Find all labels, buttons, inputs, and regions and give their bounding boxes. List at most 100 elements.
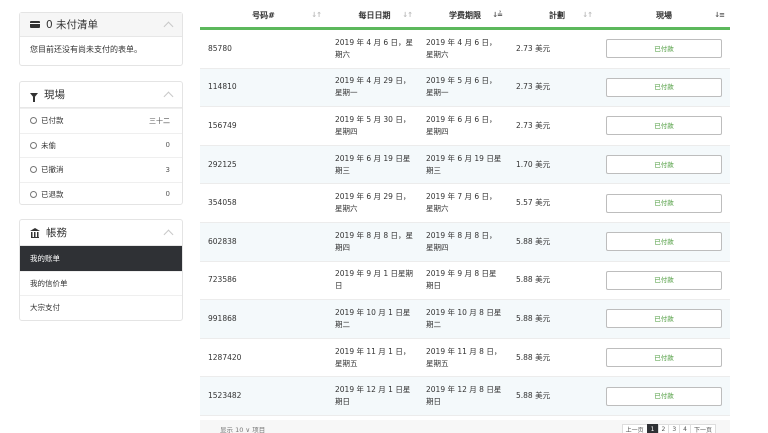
table-row[interactable]: 723586 2019 年 9 月 1 日星期日 2019 年 9 月 8 日星…: [200, 262, 730, 301]
invoice-date: 2019 年 9 月 1 日星期日: [335, 269, 414, 291]
invoice-date: 2019 年 6 月 29 日，星期六: [335, 192, 411, 214]
invoice-number[interactable]: 1287420: [200, 352, 327, 364]
due-date: 2019 年 6 月 6 日，星期四: [426, 114, 497, 136]
pagination-prev[interactable]: 上一页: [621, 424, 648, 433]
table-row[interactable]: 85780 2019 年 4 月 6 日，星期六 2019 年 4 月 6 日，…: [200, 30, 730, 69]
due-date: 2019 年 4 月 6 日，星期六: [426, 37, 497, 59]
status-badge[interactable]: 已付款: [606, 39, 722, 59]
sort-ascending-icon[interactable]: ↓≟: [492, 11, 503, 19]
table-header: 号码# ↓↑ 每日日期 ↓↑ 学费期限 ↓≟ 計劃 ↓↑ 現場 ↓≡: [200, 4, 730, 30]
due-date: 2019 年 6 月 19 日星期三: [426, 153, 502, 175]
invoice-total: 2.73 美元: [516, 120, 551, 130]
status-filter-panel: 現場 已付款 三十二 未偷 0 已撤消 3 已退款 0: [19, 81, 183, 205]
unpaid-panel-header[interactable]: 0 未付清单: [20, 13, 182, 37]
status-count: 0: [165, 190, 170, 199]
invoice-number[interactable]: 114810: [200, 81, 327, 93]
sort-icon[interactable]: ↓↑: [311, 11, 322, 19]
sidebar-item-my-quotes[interactable]: 我的信价单: [20, 270, 182, 296]
filter-icon: [30, 92, 38, 102]
invoice-total: 5.88 美元: [516, 313, 551, 323]
status-badge[interactable]: 已付款: [606, 116, 722, 136]
status-filter-unpaid[interactable]: 未偷 0: [20, 132, 182, 158]
invoice-date: 2019 年 4 月 6 日，星期六: [335, 37, 414, 59]
table-row[interactable]: 1287420 2019 年 11 月 1 日，星期五 2019 年 11 月 …: [200, 339, 730, 378]
invoice-number[interactable]: 85780: [200, 43, 327, 55]
status-badge[interactable]: 已付款: [606, 348, 722, 368]
table-row[interactable]: 602838 2019 年 8 月 8 日，星期四 2019 年 8 月 8 日…: [200, 222, 730, 262]
chevron-up-icon[interactable]: [163, 229, 174, 239]
status-filter-refunded[interactable]: 已退款 0: [20, 181, 182, 207]
due-date: 2019 年 11 月 8 日，星期五: [426, 346, 502, 368]
sidebar-item-my-invoices[interactable]: 我的账单: [20, 246, 182, 271]
status-count: 3: [165, 165, 170, 174]
status-badge[interactable]: 已付款: [606, 270, 722, 290]
sort-icon[interactable]: ↓↑: [402, 11, 413, 19]
invoice-date: 2019 年 10 月 1 日星期二: [335, 307, 411, 329]
invoice-date: 2019 年 6 月 19 日星期三: [335, 153, 411, 175]
column-header-invoice-date[interactable]: 每日日期 ↓↑: [327, 4, 418, 27]
sidebar-item-mass-payment[interactable]: 大宗支付: [20, 295, 182, 320]
invoice-total: 5.88 美元: [516, 352, 551, 362]
sort-icon[interactable]: ↓≡: [714, 11, 725, 19]
status-filter-label: 已撤消: [41, 165, 64, 175]
chevron-up-icon[interactable]: [163, 21, 174, 31]
column-header-invoice-number[interactable]: 号码# ↓↑: [200, 4, 327, 27]
invoice-date: 2019 年 4 月 29 日，星期一: [335, 76, 411, 98]
radio-button[interactable]: [30, 190, 37, 198]
status-panel-title: 現場: [44, 89, 65, 101]
invoice-date: 2019 年 11 月 1 日，星期五: [335, 346, 411, 368]
status-count: 三十二: [149, 116, 170, 125]
bank-icon: [30, 228, 40, 238]
chevron-up-icon[interactable]: [163, 91, 174, 101]
status-filter-paid[interactable]: 已付款 三十二: [20, 108, 182, 133]
credit-card-icon: [30, 21, 40, 28]
status-badge[interactable]: 已付款: [606, 77, 722, 97]
status-filter-label: 未偷: [41, 140, 56, 150]
invoice-table: 号码# ↓↑ 每日日期 ↓↑ 学费期限 ↓≟ 計劃 ↓↑ 現場 ↓≡ 85780 2019…: [200, 4, 730, 416]
status-panel-header[interactable]: 現場: [20, 82, 182, 108]
unpaid-invoices-panel: 0 未付清单 您目前还没有尚未支付的表单。: [19, 12, 183, 66]
billing-panel: 帳務 我的账单 我的信价单 大宗支付: [19, 219, 183, 321]
invoice-total: 5.88 美元: [516, 236, 551, 246]
pagination-next[interactable]: 下一页: [689, 424, 716, 433]
table-row[interactable]: 354058 2019 年 6 月 29 日，星期六 2019 年 7 月 6 …: [200, 184, 730, 223]
status-badge[interactable]: 已付款: [606, 155, 722, 175]
invoice-date: 2019 年 12 月 1 日星期日: [335, 385, 411, 407]
column-header-total[interactable]: 計劃 ↓↑: [508, 4, 598, 27]
invoice-number[interactable]: 292125: [200, 159, 327, 171]
due-date: 2019 年 9 月 8 日星期日: [426, 269, 497, 291]
table-row[interactable]: 156749 2019 年 5 月 30 日，星期四 2019 年 6 月 6 …: [200, 107, 730, 146]
column-header-status[interactable]: 現場 ↓≡: [598, 4, 730, 27]
table-row[interactable]: 1523482 2019 年 12 月 1 日星期日 2019 年 12 月 8…: [200, 377, 730, 416]
due-date: 2019 年 10 月 8 日星期二: [426, 307, 502, 329]
status-badge[interactable]: 已付款: [606, 309, 722, 329]
invoice-number[interactable]: 354058: [200, 197, 327, 209]
status-badge[interactable]: 已付款: [606, 386, 722, 406]
invoice-number[interactable]: 156749: [200, 120, 327, 132]
unpaid-panel-title: 0 未付清单: [46, 19, 99, 31]
invoice-number[interactable]: 723586: [200, 274, 327, 286]
invoice-number[interactable]: 602838: [200, 236, 327, 248]
per-page-select[interactable]: 显示 10 ∨ 项目: [220, 424, 265, 433]
sort-icon[interactable]: ↓↑: [582, 11, 593, 19]
due-date: 2019 年 7 月 6 日，星期六: [426, 192, 497, 214]
radio-button[interactable]: [30, 117, 37, 125]
status-filter-cancelled[interactable]: 已撤消 3: [20, 157, 182, 182]
due-date: 2019 年 8 月 8 日，星期四: [426, 230, 497, 252]
invoice-number[interactable]: 991868: [200, 313, 327, 325]
billing-panel-header[interactable]: 帳務: [20, 220, 182, 246]
status-count: 0: [165, 141, 170, 150]
status-badge[interactable]: 已付款: [606, 193, 722, 213]
invoice-total: 1.70 美元: [516, 159, 551, 169]
table-row[interactable]: 991868 2019 年 10 月 1 日星期二 2019 年 10 月 8 …: [200, 300, 730, 339]
invoice-number[interactable]: 1523482: [200, 390, 327, 402]
radio-button[interactable]: [30, 166, 37, 174]
invoice-total: 5.88 美元: [516, 391, 551, 401]
radio-button[interactable]: [30, 141, 37, 149]
column-header-due-date[interactable]: 学费期限 ↓≟: [418, 4, 508, 27]
table-row[interactable]: 114810 2019 年 4 月 29 日，星期一 2019 年 5 月 6 …: [200, 68, 730, 108]
table-row[interactable]: 292125 2019 年 6 月 19 日星期三 2019 年 6 月 19 …: [200, 145, 730, 185]
table-footer: 显示 10 ∨ 项目 上一页 1 2 3 4 下一页: [200, 420, 730, 433]
invoice-date: 2019 年 8 月 8 日，星期四: [335, 230, 414, 252]
status-badge[interactable]: 已付款: [606, 232, 722, 252]
